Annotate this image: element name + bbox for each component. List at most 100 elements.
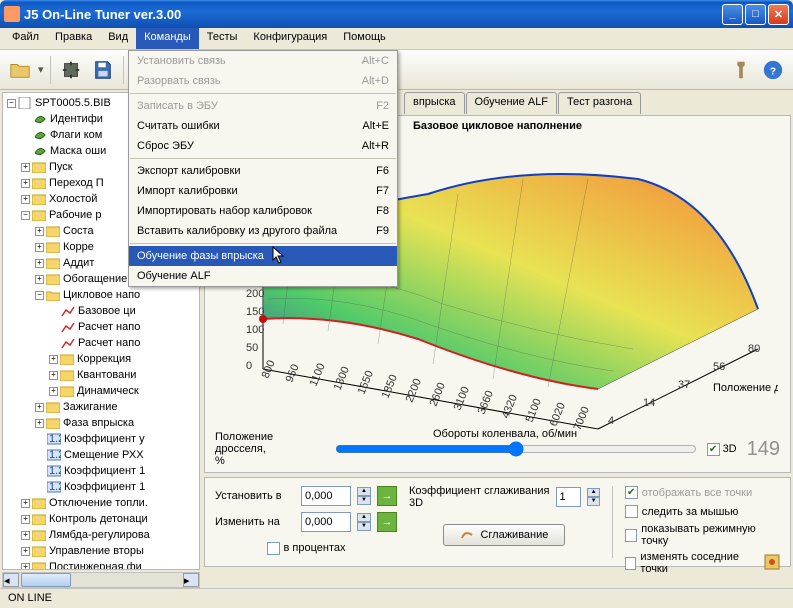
smooth-button[interactable]: Сглаживание [443,524,565,546]
tree-item[interactable]: +Управление вторы [3,543,199,559]
svg-text:0: 0 [246,360,252,372]
menu-item[interactable]: Считать ошибкиAlt+E [129,116,397,136]
smooth-coef-input[interactable]: 1 [556,487,582,507]
menu-item[interactable]: Обучение фазы впрыска [129,246,397,266]
menu-item[interactable]: Обучение ALF [129,266,397,286]
tree-item[interactable]: 1.2Коэффициент у [3,431,199,447]
tree-item[interactable]: Расчет напо [3,335,199,351]
menu-item[interactable]: Записать в ЭБУF2 [129,96,397,116]
status-bar: ON LINE [0,588,793,608]
svg-text:4: 4 [608,415,614,427]
minimize-button[interactable]: _ [722,4,743,25]
change-label: Изменить на [215,516,295,528]
tree-item[interactable]: +Контроль детонаци [3,511,199,527]
tree-item[interactable]: Расчет напо [3,319,199,335]
svg-text:2200: 2200 [403,377,423,404]
tab[interactable]: Тест разгона [558,92,641,114]
svg-text:1.2: 1.2 [49,465,61,477]
svg-text:4320: 4320 [499,393,519,420]
menu-item[interactable]: Установить связьAlt+C [129,51,397,71]
menu-item[interactable]: Экспорт калибровкиF6 [129,161,397,181]
slider-label: Положение дросселя, % [215,431,325,467]
tree-item[interactable]: Базовое ци [3,303,199,319]
svg-text:800: 800 [259,359,277,381]
option-checkbox[interactable]: изменять соседние точки [625,551,754,575]
menu-item[interactable]: Разорвать связьAlt+D [129,71,397,91]
menu-item[interactable]: Импорт калибровкиF7 [129,181,397,201]
options-icon[interactable] [760,554,780,573]
svg-text:1550: 1550 [355,369,375,396]
svg-text:56: 56 [713,361,725,373]
svg-text:3100: 3100 [451,385,471,412]
3d-checkbox[interactable]: ✔3D [707,443,737,456]
svg-text:?: ? [770,66,776,77]
menu-Вид[interactable]: Вид [100,28,136,49]
svg-text:5100: 5100 [523,397,543,424]
throttle-slider[interactable] [335,441,697,457]
tree-item[interactable]: +Коррекция [3,351,199,367]
percent-checkbox[interactable]: в процентах [267,542,346,555]
change-value-input[interactable]: 0,000 [301,512,351,532]
control-panel: Установить в 0,000 ▲▼ → Изменить на 0,00… [204,477,791,567]
menu-Правка[interactable]: Правка [47,28,100,49]
menu-item[interactable]: Вставить калибровку из другого файлаF9 [129,221,397,241]
svg-text:1100: 1100 [307,362,327,388]
tree-item[interactable]: 1.2Коэффициент 1 [3,463,199,479]
svg-text:37: 37 [678,379,690,391]
svg-text:1850: 1850 [379,373,399,400]
tree-item[interactable]: +Отключение топли. [3,495,199,511]
change-spinner[interactable]: ▲▼ [357,513,371,531]
set-apply-button[interactable]: → [377,486,397,506]
svg-text:14: 14 [643,397,655,409]
tab[interactable]: Обучение ALF [466,92,558,114]
menu-item[interactable]: Сброс ЭБУAlt+R [129,136,397,156]
svg-text:1.2: 1.2 [49,433,61,445]
maximize-button[interactable]: □ [745,4,766,25]
tree-item[interactable]: +Фаза впрыска [3,415,199,431]
tree-scrollbar[interactable]: ◂▸ [2,572,200,588]
svg-text:Положение дросселя: Положение дросселя [713,382,778,394]
tab[interactable]: впрыска [404,92,465,114]
download-chip-button[interactable] [57,56,85,84]
close-button[interactable]: ✕ [768,4,789,25]
window-title: J5 On-Line Tuner ver.3.00 [24,7,722,22]
set-value-input[interactable]: 0,000 [301,486,351,506]
svg-text:1.2: 1.2 [49,481,61,493]
tool-icon[interactable] [727,56,755,84]
menu-Файл[interactable]: Файл [4,28,47,49]
commands-menu: Установить связьAlt+CРазорвать связьAlt+… [128,50,398,287]
app-icon [4,6,20,22]
open-button[interactable] [6,56,34,84]
option-checkbox[interactable]: показывать режимную точку [625,523,780,547]
change-apply-button[interactable]: → [377,512,397,532]
smooth-spinner[interactable]: ▲▼ [587,488,599,506]
tree-item[interactable]: +Лямбда-регулирова [3,527,199,543]
option-checkbox: ✔отображать все точки [625,486,752,499]
svg-text:2600: 2600 [427,381,447,408]
option-checkbox[interactable]: следить за мышью [625,505,739,518]
tree-item[interactable]: +Динамическ [3,383,199,399]
menu-item[interactable]: Импортировать набор калибровокF8 [129,201,397,221]
menu-bar: ФайлПравкаВидКомандыТестыКонфигурацияПом… [0,28,793,50]
slider-value: 149 [747,438,780,461]
set-label: Установить в [215,490,295,502]
set-spinner[interactable]: ▲▼ [357,487,371,505]
menu-Тесты[interactable]: Тесты [199,28,246,49]
tree-item[interactable]: +Квантовани [3,367,199,383]
help-button[interactable]: ? [759,56,787,84]
menu-Команды[interactable]: Команды [136,28,199,49]
tree-item[interactable]: 1.2Коэффициент 1 [3,479,199,495]
menu-Помощь[interactable]: Помощь [335,28,394,49]
title-bar: J5 On-Line Tuner ver.3.00 _ □ ✕ [0,0,793,28]
svg-text:950: 950 [283,363,301,385]
tree-item[interactable]: 1.2Смещение РХХ [3,447,199,463]
svg-text:1300: 1300 [331,365,351,392]
tree-item[interactable]: +Зажигание [3,399,199,415]
save-button[interactable] [89,56,117,84]
svg-text:100: 100 [246,324,264,336]
menu-Конфигурация[interactable]: Конфигурация [245,28,335,49]
svg-text:50: 50 [246,342,258,354]
svg-text:80: 80 [748,343,760,355]
tree-item[interactable]: −Цикловое напо [3,287,199,303]
tree-item[interactable]: +Постинжерная фи [3,559,199,570]
